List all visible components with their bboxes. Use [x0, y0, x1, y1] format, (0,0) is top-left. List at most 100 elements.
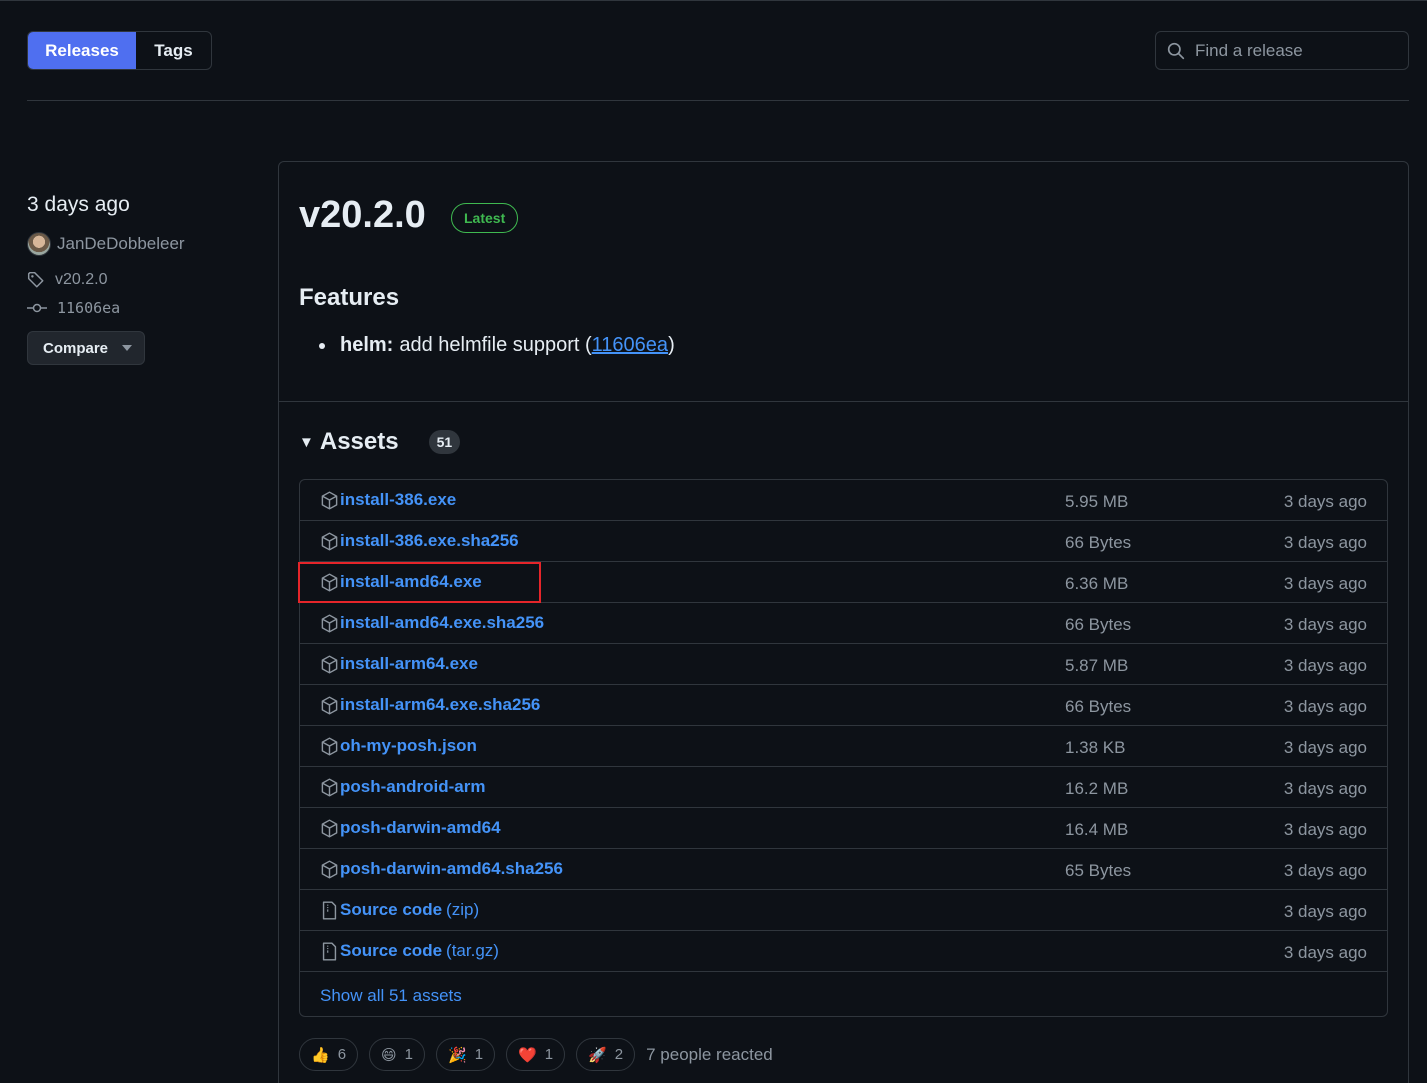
package-icon	[321, 777, 338, 797]
asset-name[interactable]: oh-my-posh.json	[340, 736, 477, 756]
author-name[interactable]: JanDeDobbeleer	[57, 234, 185, 254]
source-tar-link[interactable]: Source code (tar.gz)	[320, 941, 499, 961]
reaction-hooray[interactable]: 🎉 1	[436, 1038, 496, 1071]
asset-name[interactable]: install-amd64.exe.sha256	[340, 613, 544, 633]
reactions-summary: 7 people reacted	[646, 1044, 773, 1064]
asset-row: posh-darwin-amd64.sha256 65 Bytes 3 days…	[300, 849, 1387, 890]
reaction-thumbs-up[interactable]: 👍 6	[299, 1038, 359, 1071]
tag-label[interactable]: v20.2.0	[55, 271, 107, 289]
asset-time: 3 days ago	[1283, 492, 1367, 511]
features-heading: Features	[299, 284, 400, 311]
card-divider	[279, 401, 1408, 402]
asset-name[interactable]: posh-darwin-amd64.sha256	[340, 859, 563, 879]
reaction-count: 1	[474, 1046, 484, 1063]
asset-row: install-amd64.exe.sha256 66 Bytes 3 days…	[300, 603, 1387, 644]
release-author[interactable]: JanDeDobbeleer	[27, 232, 185, 256]
asset-name[interactable]: install-arm64.exe.sha256	[340, 695, 540, 715]
package-icon	[321, 859, 338, 879]
release-tabs: Releases Tags	[27, 31, 212, 70]
asset-link[interactable]: install-386.exe.sha256	[320, 531, 519, 551]
feature-commit-link[interactable]: 11606ea	[592, 334, 668, 357]
asset-time: 3 days ago	[1283, 697, 1367, 716]
asset-row: install-arm64.exe 5.87 MB 3 days ago	[300, 644, 1387, 685]
asset-link[interactable]: install-386.exe	[320, 490, 456, 510]
asset-size: 16.2 MB	[1065, 779, 1129, 798]
asset-row-source-tar: Source code (tar.gz) 3 days ago	[300, 931, 1387, 972]
laugh-icon: 😄	[381, 1046, 397, 1064]
asset-link[interactable]: posh-darwin-amd64.sha256	[320, 859, 563, 879]
asset-link[interactable]: install-arm64.exe.sha256	[320, 695, 540, 715]
asset-link[interactable]: posh-darwin-amd64	[320, 818, 501, 838]
asset-size: 1.38 KB	[1065, 738, 1126, 757]
asset-time: 3 days ago	[1283, 615, 1367, 634]
reaction-heart[interactable]: ❤️ 1	[506, 1038, 566, 1071]
asset-size: 65 Bytes	[1065, 861, 1132, 880]
package-icon	[321, 613, 338, 633]
selection-highlight	[298, 562, 541, 603]
show-all-assets-link[interactable]: Show all 51 assets	[320, 986, 462, 1006]
asset-time: 3 days ago	[1283, 943, 1367, 962]
source-zip-name[interactable]: Source code	[340, 900, 442, 920]
asset-name[interactable]: install-386.exe	[340, 490, 456, 510]
feature-text: add helmfile support (	[399, 334, 592, 356]
source-zip-link[interactable]: Source code (zip)	[320, 900, 479, 920]
package-icon	[321, 490, 338, 510]
package-icon	[321, 818, 338, 838]
compare-button[interactable]: Compare	[27, 331, 145, 365]
asset-link[interactable]: install-amd64.exe.sha256	[320, 613, 544, 633]
asset-link[interactable]: posh-android-arm	[320, 777, 485, 797]
package-icon	[321, 654, 338, 674]
assets-toggle[interactable]: ▼ Assets 51	[299, 428, 461, 456]
asset-link[interactable]: oh-my-posh.json	[320, 736, 477, 756]
compare-label: Compare	[43, 339, 109, 357]
chevron-down-icon	[122, 345, 133, 351]
asset-time: 3 days ago	[1283, 738, 1367, 757]
reaction-count: 1	[404, 1046, 414, 1063]
asset-time: 3 days ago	[1283, 861, 1367, 880]
asset-name[interactable]: install-arm64.exe	[340, 654, 478, 674]
search-icon	[1167, 42, 1185, 59]
asset-time: 3 days ago	[1283, 656, 1367, 675]
release-commit[interactable]: 11606ea	[27, 299, 120, 317]
avatar[interactable]	[27, 232, 51, 256]
feature-scope: helm:	[340, 334, 394, 356]
asset-size: 66 Bytes	[1065, 615, 1132, 634]
asset-row: posh-android-arm 16.2 MB 3 days ago	[300, 767, 1387, 808]
commit-hash[interactable]: 11606ea	[57, 299, 120, 317]
source-zip-suffix[interactable]: (zip)	[446, 900, 479, 920]
hooray-icon: 🎉	[448, 1046, 467, 1064]
tab-releases[interactable]: Releases	[28, 32, 136, 69]
asset-size: 66 Bytes	[1065, 533, 1132, 552]
bullet	[319, 342, 325, 349]
release-title[interactable]: v20.2.0	[299, 194, 426, 237]
reaction-count: 6	[337, 1046, 347, 1063]
asset-row: install-386.exe.sha256 66 Bytes 3 days a…	[300, 521, 1387, 562]
reactions-bar: 👍 6 😄 1 🎉 1 ❤️ 1 🚀 2 7 people reacted	[299, 1038, 773, 1071]
release-time: 3 days ago	[27, 193, 130, 216]
reaction-count: 1	[544, 1046, 554, 1063]
asset-row-source-zip: Source code (zip) 3 days ago	[300, 890, 1387, 931]
search-input[interactable]	[1195, 40, 1395, 61]
reaction-laugh[interactable]: 😄 1	[369, 1038, 426, 1071]
tab-tags[interactable]: Tags	[136, 32, 211, 69]
source-tar-suffix[interactable]: (tar.gz)	[446, 941, 499, 961]
asset-size: 66 Bytes	[1065, 697, 1132, 716]
latest-badge: Latest	[451, 203, 519, 233]
asset-name[interactable]: install-386.exe.sha256	[340, 531, 519, 551]
package-icon	[321, 736, 338, 756]
package-icon	[321, 695, 338, 715]
asset-name[interactable]: posh-android-arm	[340, 777, 485, 797]
asset-link[interactable]: install-arm64.exe	[320, 654, 478, 674]
release-search	[1155, 31, 1409, 70]
package-icon	[321, 531, 338, 551]
commit-icon	[27, 303, 47, 313]
release-tag[interactable]: v20.2.0	[27, 271, 107, 289]
reaction-rocket[interactable]: 🚀 2	[576, 1038, 636, 1071]
asset-size: 5.87 MB	[1065, 656, 1129, 675]
asset-name[interactable]: posh-darwin-amd64	[340, 818, 501, 838]
source-tar-name[interactable]: Source code	[340, 941, 442, 961]
asset-size: 6.36 MB	[1065, 574, 1129, 593]
top-border	[0, 0, 1427, 1]
asset-row: install-386.exe 5.95 MB 3 days ago	[300, 480, 1387, 521]
asset-time: 3 days ago	[1283, 902, 1367, 921]
